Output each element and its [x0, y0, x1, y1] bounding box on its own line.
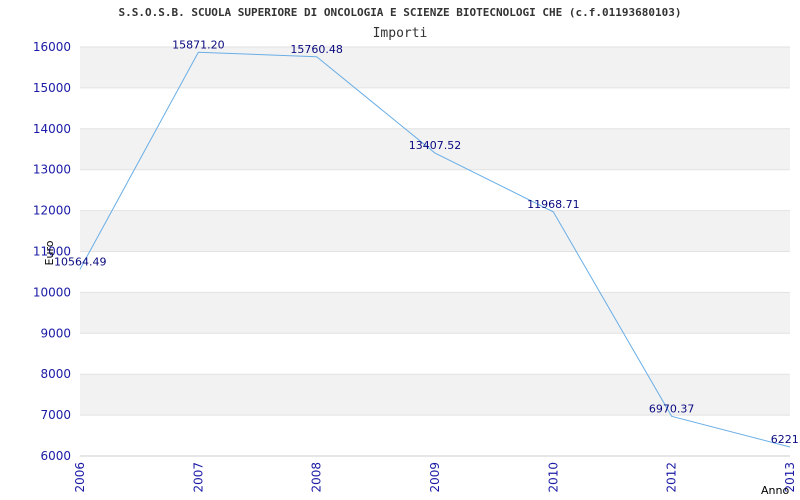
- data-label: 10564.49: [54, 255, 107, 268]
- y-tick-label: 7000: [40, 408, 71, 422]
- grid-bands: [80, 47, 790, 416]
- x-axis-label: Anno: [761, 484, 789, 497]
- data-label: 6970.37: [649, 402, 695, 415]
- data-label: 13407.52: [409, 139, 462, 152]
- y-axis-label: Euro: [43, 240, 56, 265]
- line-chart: S.S.O.S.B. SCUOLA SUPERIORE DI ONCOLOGIA…: [33, 6, 800, 497]
- y-tick-label: 9000: [40, 326, 71, 340]
- y-tick-label: 6000: [40, 449, 71, 463]
- y-tick-label: 14000: [33, 122, 71, 136]
- x-tick-label: 2007: [191, 462, 205, 493]
- x-tick-label: 2009: [428, 462, 442, 493]
- x-tick-label: 2012: [665, 462, 679, 493]
- chart-subtitle: Importi: [373, 26, 428, 41]
- y-tick-label: 13000: [33, 163, 71, 177]
- x-tick-label: 2010: [546, 462, 560, 493]
- chart-title: S.S.O.S.B. SCUOLA SUPERIORE DI ONCOLOGIA…: [119, 6, 682, 19]
- data-label: 15760.48: [290, 43, 343, 56]
- y-tick-label: 12000: [33, 204, 71, 218]
- y-tick-label: 10000: [33, 285, 71, 299]
- data-label: 6221.0: [771, 433, 800, 446]
- data-label: 11968.71: [527, 198, 580, 211]
- y-tick-label: 8000: [40, 367, 71, 381]
- y-tick-label: 16000: [33, 40, 71, 54]
- x-axis-ticks: 2006 2007 2008 2009 2010 2012 2013: [73, 462, 797, 493]
- grid-band: [80, 292, 790, 334]
- grid-band: [80, 47, 790, 88]
- data-label: 15871.20: [172, 38, 225, 51]
- grid-band: [80, 210, 790, 252]
- x-tick-label: 2006: [73, 462, 87, 493]
- y-tick-label: 15000: [33, 81, 71, 95]
- x-tick-label: 2008: [310, 462, 324, 493]
